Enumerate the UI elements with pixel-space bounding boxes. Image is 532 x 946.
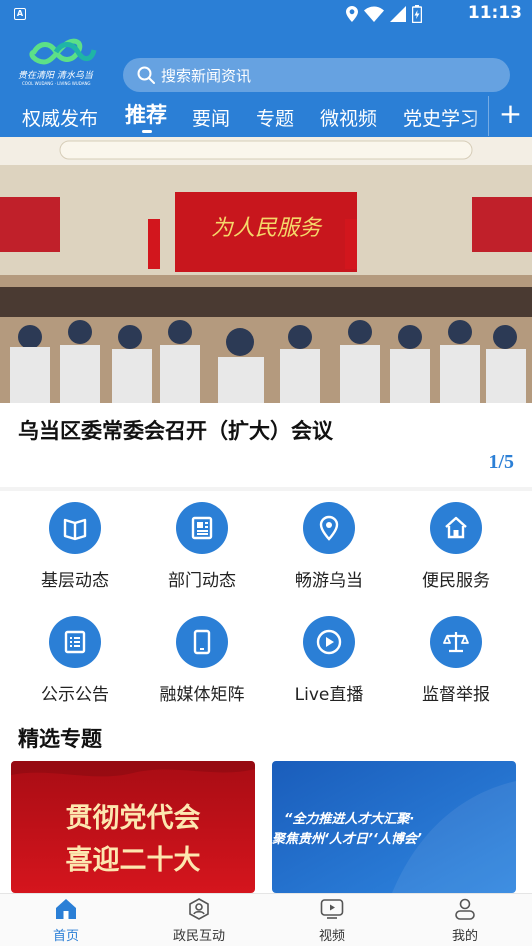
nav-label: 首页 [52,929,79,944]
wifi-icon [364,6,384,22]
tab-micro-video[interactable]: 微视频 [320,104,377,131]
search-icon [137,66,155,84]
nav-home[interactable]: 首页 [16,898,116,944]
card-line2: 喜迎二十大 [66,845,201,876]
active-tab-indicator [142,130,152,133]
location-pin-icon [303,502,355,554]
section-divider [0,487,532,491]
nav-profile[interactable]: 我的 [415,898,515,944]
grid-item-departments[interactable]: 部门动态 [142,502,262,591]
grid-item-notices[interactable]: 公示公告 [15,616,135,705]
nav-label: 我的 [451,929,478,944]
newspaper-icon [176,502,228,554]
tab-authority[interactable]: 权威发布 [22,104,98,131]
grid-label: 监督举报 [422,685,490,705]
nav-video[interactable]: 视频 [282,898,382,944]
status-bar: A 11:13 [0,0,532,28]
app-header: A 11:13 贵在清阳 清水乌当 COOL WUDANG · LIVING W… [0,0,532,137]
grid-label: 融媒体矩阵 [159,685,245,705]
grid-label: 基层动态 [41,571,109,591]
meeting-photo: 为人民服务 [0,137,532,403]
bottom-nav: 首页 政民互动 视频 我的 [0,893,532,946]
hero-image[interactable]: 为人民服务 [0,137,532,403]
app-badge: A [14,8,26,20]
location-icon [346,6,358,22]
add-channel-button[interactable]: + [488,96,532,136]
card-line1: “全力推进人才大汇聚· [284,811,414,827]
search-placeholder: 搜索新闻资讯 [161,66,252,85]
book-icon [49,502,101,554]
nav-label: 政民互动 [172,929,225,944]
tab-topics[interactable]: 专题 [256,104,294,131]
interaction-icon [189,898,209,920]
tabs-fade [470,96,488,136]
grid-item-tourism[interactable]: 畅游乌当 [269,502,389,591]
grid-item-media-matrix[interactable]: 融媒体矩阵 [142,616,262,705]
nav-interaction[interactable]: 政民互动 [149,898,249,944]
grid-item-grassroots[interactable]: 基层动态 [15,502,135,591]
home-icon [56,899,76,919]
status-time: 11:13 [467,3,522,23]
tab-party-history[interactable]: 党史学习 [403,104,479,131]
logo-text: 贵在清阳 清水乌当 [18,70,94,81]
battery-icon [412,5,422,23]
nav-label: 视频 [318,929,345,944]
tablet-icon [176,616,228,668]
hero-pager: 1/5 [488,451,514,473]
grid-item-services[interactable]: 便民服务 [396,502,516,591]
play-circle-icon [303,616,355,668]
infinity-logo-icon: 贵在清阳 清水乌当 COOL WUDANG · LIVING WUDANG [18,38,97,86]
banner-slogan: 为人民服务 [211,216,323,241]
app-logo[interactable]: 贵在清阳 清水乌当 COOL WUDANG · LIVING WUDANG [16,30,110,88]
user-icon [455,898,475,920]
grid-item-live[interactable]: Live直播 [269,616,389,705]
grid-label: 畅游乌当 [295,571,363,591]
featured-card-talent[interactable]: “全力推进人才大汇聚· 聚焦贵州‘人才日’‘人博会’ [272,761,516,893]
svg-text:COOL WUDANG · LIVING WUDANG: COOL WUDANG · LIVING WUDANG [22,81,91,86]
list-document-icon [49,616,101,668]
grid-label: 部门动态 [168,571,236,591]
signal-icon [390,6,406,22]
video-icon [320,899,344,919]
tab-recommended[interactable]: 推荐 [125,99,167,129]
card-line1: 贯彻党代会 [66,802,201,834]
featured-card-party-congress[interactable]: 贯彻党代会 喜迎二十大 [11,761,255,893]
grid-item-report[interactable]: 监督举报 [396,616,516,705]
hero-caption[interactable]: 乌当区委常委会召开（扩大）会议 1/5 [0,403,532,487]
channel-tabs: 权威发布 推荐 要闻 专题 微视频 党史学习 + [0,96,532,136]
grid-label: Live直播 [294,685,364,705]
grid-label: 公示公告 [41,685,109,705]
featured-title: 精选专题 [18,727,102,751]
hero-title[interactable]: 乌当区委常委会召开（扩大）会议 [18,415,333,445]
tab-headlines[interactable]: 要闻 [192,104,230,131]
card-line2: 聚焦贵州‘人才日’‘人博会’ [272,831,422,847]
scale-icon [430,616,482,668]
search-bar[interactable]: 搜索新闻资讯 [123,58,510,92]
grid-label: 便民服务 [422,571,490,591]
home-icon [430,502,482,554]
status-icons [346,5,422,23]
